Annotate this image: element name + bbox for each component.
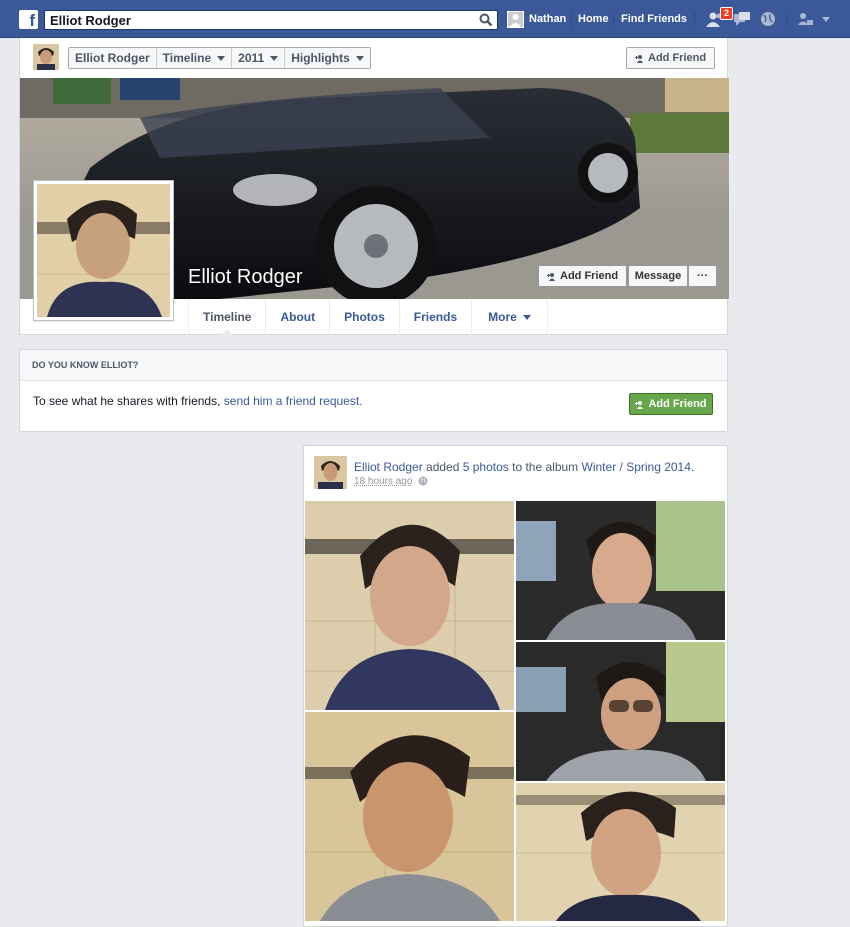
add-friend-icon (547, 272, 555, 281)
breadcrumb-label: Highlights (291, 51, 350, 65)
timeline-post: Elliot Rodger added 5 photos to the albu… (303, 445, 728, 927)
breadcrumb-year[interactable]: 2011 (232, 48, 286, 68)
album-photo[interactable] (305, 501, 514, 710)
breadcrumb-label: Timeline (162, 51, 212, 65)
nav-user-name[interactable]: Nathan (529, 13, 566, 25)
tab-label: Friends (413, 310, 458, 324)
add-friend-icon (635, 400, 644, 409)
post-period: . (690, 460, 695, 474)
tab-photos[interactable]: Photos (330, 299, 400, 335)
do-you-know-title: DO YOU KNOW ELLIOT? (20, 350, 727, 381)
message-label: Message (634, 270, 682, 282)
search-input[interactable]: Elliot Rodger (44, 10, 498, 30)
album-photo-image (516, 642, 725, 781)
do-you-know-message: To see what he shares with friends, (33, 394, 224, 408)
nav-find-friends-link[interactable]: Find Friends (621, 13, 687, 25)
privacy-shortcuts-icon[interactable] (797, 11, 815, 27)
album-photo-image (516, 783, 725, 921)
profile-mini-avatar[interactable] (33, 44, 59, 70)
breadcrumb-label: 2011 (238, 51, 265, 65)
nav-divider (613, 12, 614, 27)
nav-home-link[interactable]: Home (578, 13, 609, 25)
post-author-link[interactable]: Elliot Rodger (354, 460, 423, 474)
breadcrumb-profile[interactable]: Elliot Rodger (69, 48, 157, 68)
more-options-label: ··· (697, 270, 708, 282)
breadcrumb-label: Elliot Rodger (75, 51, 150, 65)
notifications-globe-icon[interactable] (759, 11, 777, 27)
public-globe-icon (418, 476, 428, 486)
album-photo-image (305, 501, 514, 710)
profile-tabs: Timeline About Photos Friends More (188, 299, 548, 335)
profile-picture[interactable] (33, 180, 174, 321)
album-photo-image (305, 712, 514, 921)
avatar-silhouette-icon (510, 14, 521, 27)
nav-divider (786, 12, 787, 27)
messages-icon[interactable] (733, 11, 751, 27)
chevron-down-icon (217, 55, 226, 61)
post-author-avatar[interactable] (314, 456, 347, 489)
nav-divider (571, 12, 572, 27)
profile-header: Elliot Rodger Timeline 2011 Highlights A… (19, 38, 729, 335)
album-photo[interactable] (516, 783, 725, 921)
add-friend-label: Add Friend (648, 398, 707, 410)
tab-label: Photos (344, 310, 385, 324)
breadcrumb-timeline[interactable]: Timeline (157, 48, 233, 68)
tab-timeline[interactable]: Timeline (188, 299, 267, 335)
search-icon[interactable] (479, 13, 493, 27)
message-button[interactable]: Message (628, 265, 688, 287)
album-link[interactable]: Winter / Spring 2014 (582, 460, 691, 474)
add-friend-label: Add Friend (648, 52, 707, 64)
chevron-down-icon (355, 55, 364, 61)
add-friend-icon (635, 54, 643, 63)
album-photo[interactable] (305, 712, 514, 921)
album-photo[interactable] (516, 642, 725, 781)
album-photo[interactable] (516, 501, 725, 640)
post-timestamp[interactable]: 18 hours ago (354, 476, 412, 487)
add-friend-green-button[interactable]: Add Friend (629, 393, 713, 415)
post-headline: Elliot Rodger added 5 photos to the albu… (354, 460, 694, 474)
do-you-know-card: DO YOU KNOW ELLIOT? To see what he share… (19, 349, 728, 432)
facebook-logo-icon[interactable]: f (19, 10, 38, 29)
profile-name[interactable]: Elliot Rodger (188, 266, 303, 289)
post-verb: added (422, 460, 463, 474)
send-friend-request-link[interactable]: send him a friend request. (224, 394, 363, 408)
tab-more[interactable]: More (472, 299, 548, 335)
friend-requests-badge: 2 (720, 7, 734, 20)
tab-label: More (488, 310, 517, 324)
timeline-breadcrumb: Elliot Rodger Timeline 2011 Highlights (68, 47, 371, 69)
add-friend-button[interactable]: Add Friend (538, 265, 628, 287)
post-to-album: to the album (508, 460, 582, 474)
user-avatar[interactable] (507, 11, 524, 28)
nav-divider (694, 12, 695, 27)
top-navigation-bar: f Elliot Rodger Nathan Home Find Friends… (0, 0, 850, 38)
add-friend-label: Add Friend (560, 270, 619, 282)
photo-count-link[interactable]: 5 photos (463, 460, 509, 474)
chevron-down-icon (522, 314, 531, 320)
tab-label: Timeline (203, 310, 252, 324)
tab-about[interactable]: About (266, 299, 331, 335)
breadcrumb-highlights[interactable]: Highlights (285, 48, 370, 68)
do-you-know-text: To see what he shares with friends, send… (33, 394, 363, 408)
search-input-value: Elliot Rodger (50, 13, 131, 28)
album-photo-image (516, 501, 725, 640)
profile-picture-image (37, 184, 170, 317)
tab-label: About (280, 310, 316, 324)
more-options-button[interactable]: ··· (688, 265, 717, 287)
settings-dropdown-icon[interactable] (820, 11, 832, 27)
add-friend-header-button[interactable]: Add Friend (626, 47, 716, 69)
chevron-down-icon (270, 55, 279, 61)
tab-friends[interactable]: Friends (400, 299, 473, 335)
